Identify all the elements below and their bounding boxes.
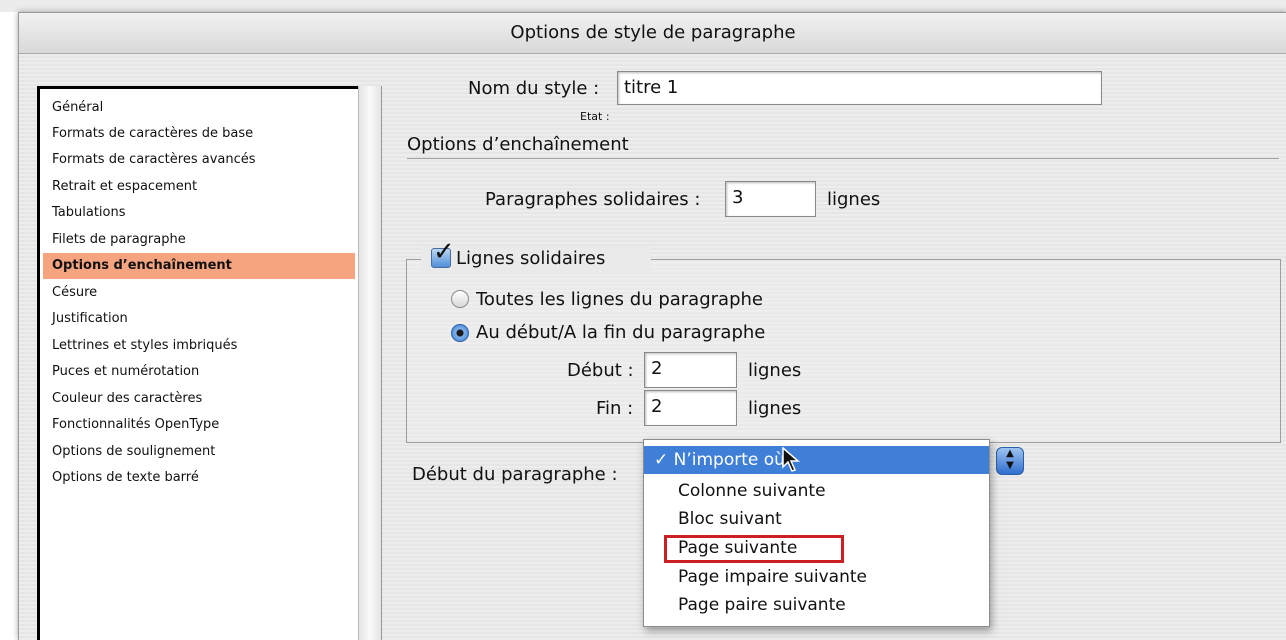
sidebar-item-drop-caps[interactable]: Lettrines et styles imbriqués [43, 333, 355, 359]
style-name-label: Nom du style : [468, 78, 600, 99]
dialog-title: Options de style de paragraphe [19, 13, 1286, 54]
sidebar-item-underline-options[interactable]: Options de soulignement [43, 439, 355, 465]
section-divider [407, 158, 1279, 159]
menu-item-next-odd-page[interactable]: Page impaire suivante [644, 563, 989, 591]
end-lines-input[interactable]: 2 [644, 390, 737, 426]
checkmark-icon: ✓ [433, 237, 455, 267]
background-window-strip [0, 0, 1286, 12]
sidebar-item-justification[interactable]: Justification [43, 306, 355, 332]
menu-item-anywhere-label: N’importe où [673, 450, 785, 470]
start-lines-label: Début : [567, 360, 634, 381]
keep-lines-label: Lignes solidaires [456, 248, 606, 269]
sidebar-item-general[interactable]: Général [43, 95, 355, 121]
sidebar-scrollbar[interactable] [358, 86, 382, 640]
keep-paragraphs-input[interactable]: 3 [725, 181, 816, 217]
sidebar-item-hyphenation[interactable]: Césure [43, 280, 355, 306]
sidebar-item-tabs[interactable]: Tabulations [43, 200, 355, 226]
sidebar-item-indents-spacing[interactable]: Retrait et espacement [43, 174, 355, 200]
section-title: Options d’enchaînement [407, 134, 629, 155]
sidebar-item-keep-options[interactable]: Options d’enchaînement [43, 253, 355, 279]
mouse-cursor-icon [782, 446, 801, 477]
paragraph-start-menu[interactable]: ✓ N’importe où Colonne suivante Bloc sui… [643, 439, 990, 627]
sidebar-item-bullets-numbering[interactable]: Puces et numérotation [43, 359, 355, 385]
sidebar-item-paragraph-rules[interactable]: Filets de paragraphe [43, 227, 355, 253]
start-lines-input[interactable]: 2 [644, 352, 737, 388]
highlight-annotation [664, 535, 844, 563]
keep-lines-checkbox[interactable]: ✓ [431, 239, 455, 268]
menu-item-next-even-page[interactable]: Page paire suivante [644, 591, 989, 619]
sidebar-item-opentype[interactable]: Fonctionnalités OpenType [43, 412, 355, 438]
menu-item-next-frame[interactable]: Bloc suivant [644, 505, 989, 533]
style-name-input[interactable]: titre 1 [617, 71, 1102, 105]
menu-item-next-column[interactable]: Colonne suivante [644, 477, 989, 505]
keep-lines-group [406, 259, 1281, 443]
category-list[interactable]: Général Formats de caractères de base Fo… [37, 86, 361, 640]
checkmark-icon: ✓ [654, 450, 669, 470]
sidebar-item-basic-character-formats[interactable]: Formats de caractères de base [43, 121, 355, 147]
popup-arrows-icon[interactable]: ▲ ▼ [996, 447, 1024, 475]
paragraph-start-label: Début du paragraphe : [412, 464, 618, 485]
keep-paragraphs-label: Paragraphes solidaires : [485, 189, 701, 210]
sidebar-item-character-color[interactable]: Couleur des caractères [43, 386, 355, 412]
keep-paragraphs-unit: lignes [827, 189, 881, 210]
end-lines-unit: lignes [748, 398, 802, 419]
menu-item-anywhere[interactable]: ✓ N’importe où [644, 446, 989, 474]
end-lines-label: Fin : [596, 398, 634, 419]
radio-start-end[interactable] [451, 324, 469, 342]
sidebar-item-advanced-character-formats[interactable]: Formats de caractères avancés [43, 147, 355, 173]
state-label: Etat : [580, 110, 610, 123]
radio-start-end-label: Au début/A la fin du paragraphe [476, 322, 766, 343]
radio-all-lines-label: Toutes les lignes du paragraphe [476, 289, 763, 310]
start-lines-unit: lignes [748, 360, 802, 381]
radio-all-lines[interactable] [451, 290, 469, 308]
sidebar-item-strikethrough-options[interactable]: Options de texte barré [43, 465, 355, 491]
